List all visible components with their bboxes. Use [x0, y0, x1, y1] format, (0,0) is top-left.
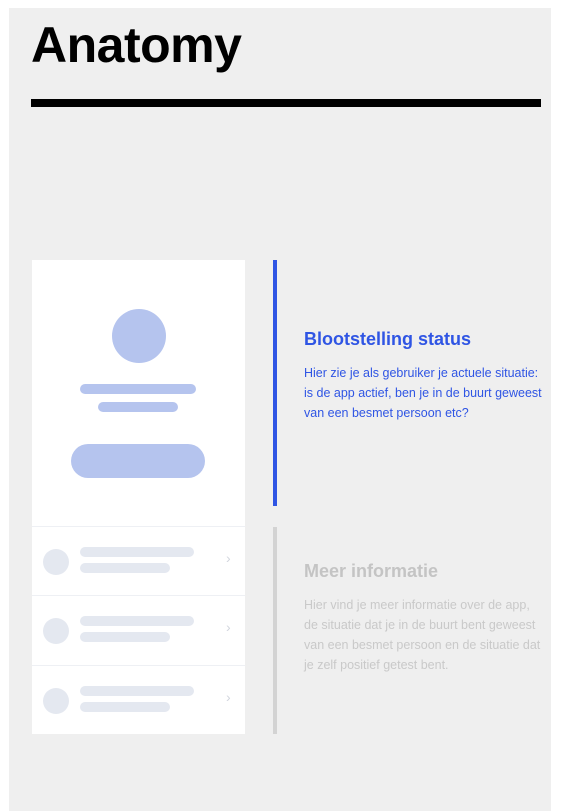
list-item-subtitle-placeholder	[80, 702, 170, 712]
exposure-status-card	[32, 260, 245, 526]
list-item-subtitle-placeholder	[80, 563, 170, 573]
list-item-icon-placeholder	[43, 618, 69, 644]
list-item: ›	[32, 526, 245, 596]
annotation-exposure-status: Blootstelling status Hier zie je als geb…	[304, 329, 544, 423]
annotation-marker-active	[273, 260, 277, 506]
page-title: Anatomy	[31, 17, 242, 73]
chevron-right-icon: ›	[226, 550, 231, 566]
annotation-description: Hier vind je meer informatie over de app…	[304, 597, 541, 672]
list-item-title-placeholder	[80, 616, 194, 626]
title-underline	[31, 99, 541, 107]
status-icon-placeholder	[112, 309, 166, 363]
annotation-title: Blootstelling status	[304, 329, 472, 349]
chevron-right-icon: ›	[226, 619, 231, 635]
status-title-placeholder	[80, 384, 196, 394]
status-button-placeholder	[71, 444, 205, 478]
annotation-title: Meer informatie	[304, 561, 439, 581]
list-item: ›	[32, 665, 245, 735]
list-item-title-placeholder	[80, 547, 194, 557]
status-subtitle-placeholder	[98, 402, 178, 412]
phone-mockup: › › ›	[32, 260, 245, 734]
list-item-subtitle-placeholder	[80, 632, 170, 642]
annotation-description: Hier zie je als gebruiker je actuele sit…	[304, 365, 542, 420]
list-item-icon-placeholder	[43, 549, 69, 575]
annotation-more-info: Meer informatie Hier vind je meer inform…	[304, 561, 544, 675]
annotation-marker-inactive	[273, 527, 277, 734]
anatomy-panel: Anatomy › › › Blootstelling status Hier …	[9, 8, 551, 811]
list-item-icon-placeholder	[43, 688, 69, 714]
chevron-right-icon: ›	[226, 689, 231, 705]
list-item: ›	[32, 595, 245, 665]
list-item-title-placeholder	[80, 686, 194, 696]
